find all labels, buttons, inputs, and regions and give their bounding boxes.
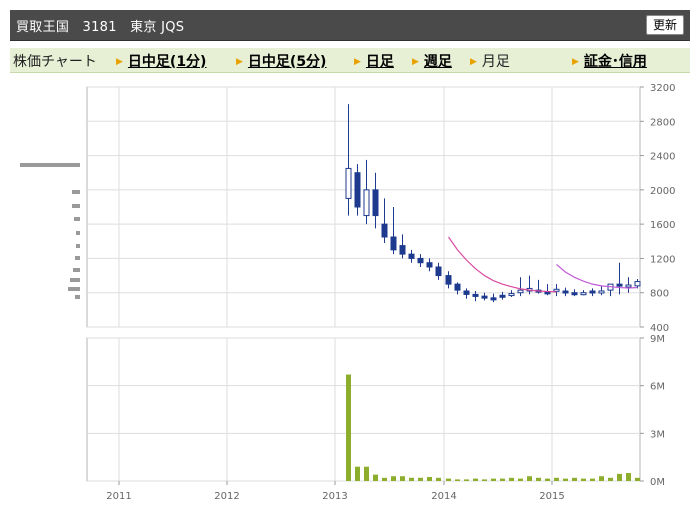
volume-bar: [527, 476, 532, 481]
price-profile-bar: [72, 204, 80, 208]
volume-bar: [491, 478, 496, 481]
candle-body: [435, 266, 442, 277]
price-tick-label: 3200: [650, 83, 675, 94]
volume-bar: [364, 466, 369, 481]
volume-tick-label: 9M: [650, 334, 665, 345]
candle-body: [463, 290, 470, 295]
price-profile-bar: [75, 295, 80, 299]
volume-bar: [608, 477, 613, 481]
volume-bar: [536, 477, 541, 481]
volume-bar: [455, 479, 460, 481]
x-tick-label: 2011: [106, 491, 131, 502]
price-tick-label: 400: [650, 323, 669, 334]
volume-bar: [473, 478, 478, 481]
candle-body: [562, 290, 569, 294]
candle-body: [472, 293, 479, 297]
candle-body: [553, 288, 560, 292]
price-profile-bar: [76, 244, 80, 248]
volume-bar: [626, 473, 631, 481]
candle-body: [625, 284, 632, 288]
volume-bar: [617, 473, 622, 481]
x-tick-label: 2012: [214, 491, 239, 502]
volume-bar: [545, 478, 550, 481]
candle-body: [372, 189, 379, 217]
candle-body: [354, 172, 361, 208]
volume-bar: [391, 476, 396, 481]
volume-tick-label: 3M: [650, 429, 665, 440]
price-profile-bar: [76, 231, 80, 235]
price-tick-label: 2400: [650, 152, 675, 163]
candle-body: [589, 290, 596, 294]
volume-bar: [581, 478, 586, 481]
volume-bar: [599, 476, 604, 481]
volume-tick-label: 6M: [650, 382, 665, 393]
candle-body: [517, 289, 524, 294]
price-tick-label: 2800: [650, 117, 675, 128]
volume-bar: [427, 477, 432, 481]
price-profile-bar: [75, 256, 80, 260]
candle-body: [408, 253, 415, 259]
candle-body: [580, 292, 587, 296]
volume-bar: [590, 478, 595, 481]
candle-body: [490, 297, 497, 301]
volume-bar: [572, 477, 577, 481]
price-tick-label: 800: [650, 289, 669, 300]
candle-body: [544, 291, 551, 295]
volume-bar: [446, 478, 451, 481]
candle-body: [345, 167, 352, 199]
volume-bar: [635, 477, 640, 481]
price-volume-chart: 3200 2800 2400 2000 1600 1200 800 4009M 6M 3M 0M 20…: [20, 83, 675, 502]
price-tick-label: 1200: [650, 254, 675, 265]
volume-bar: [355, 466, 360, 481]
price-profile-bar: [73, 268, 80, 272]
candle-body: [616, 283, 623, 287]
x-tick-label: 2013: [322, 491, 347, 502]
volume-bar: [482, 479, 487, 481]
volume-bar: [346, 374, 351, 481]
candle-body: [481, 295, 488, 299]
volume-bar: [563, 478, 568, 481]
volume-bar: [373, 474, 378, 481]
price-profile-bar: [20, 163, 80, 167]
candle-body: [381, 223, 388, 238]
x-tick-label: 2015: [539, 491, 564, 502]
price-profile-bar: [74, 217, 80, 221]
volume-bar: [382, 477, 387, 481]
volume-bar: [500, 478, 505, 481]
candle-body: [454, 283, 461, 291]
candle-body: [508, 293, 515, 297]
candle-body: [499, 294, 506, 298]
candle-body: [390, 236, 397, 251]
candle-body: [399, 245, 406, 255]
candle-body: [445, 275, 452, 285]
volume-bar: [554, 477, 559, 481]
volume-bar: [518, 478, 523, 481]
price-profile-bar: [68, 287, 80, 291]
volume-bar: [464, 479, 469, 481]
candle-body: [417, 257, 424, 264]
volume-tick-label: 0M: [650, 477, 665, 488]
volume-panel: [86, 337, 641, 482]
price-profile-bar: [70, 278, 80, 282]
volume-bar: [436, 477, 441, 481]
volume-bar: [509, 477, 514, 481]
price-tick-label: 2000: [650, 186, 675, 197]
volume-bar: [400, 476, 405, 481]
candle-body: [426, 262, 433, 268]
x-tick-label: 2014: [431, 491, 456, 502]
volume-bar: [418, 477, 423, 481]
candle-body: [571, 292, 578, 296]
price-profile-bar: [72, 190, 80, 194]
candle-body: [634, 281, 641, 287]
candle-body: [363, 189, 370, 217]
volume-bar: [409, 477, 414, 481]
price-tick-label: 1600: [650, 220, 675, 231]
candle-body: [598, 290, 605, 294]
